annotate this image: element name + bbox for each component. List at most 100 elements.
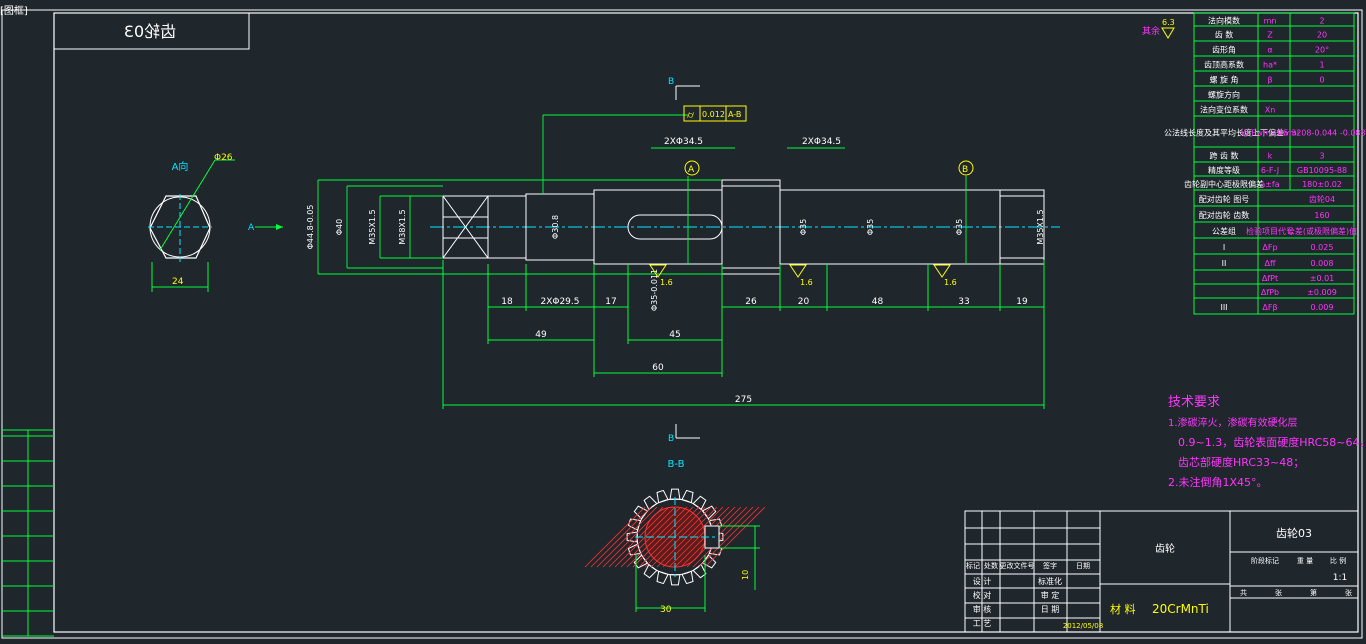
title-header: 处数 xyxy=(984,561,998,570)
datum-b: B xyxy=(962,165,968,175)
param-value: 0 xyxy=(1319,76,1324,85)
title-date: 2012/05/08 xyxy=(1063,622,1103,630)
section-dim-30: 30 xyxy=(660,605,672,615)
param-name: 螺旋方向 xyxy=(1208,90,1240,100)
title-role2: 标准化 xyxy=(1038,576,1062,586)
dim-label: 18 xyxy=(501,297,513,307)
vertical-dim: Φ35-0.011 xyxy=(650,269,659,311)
material-value: 20CrMnTi xyxy=(1152,602,1209,616)
vertical-dim: Φ44.8-0.05 xyxy=(306,205,315,250)
title-role2: 日 期 xyxy=(1041,605,1060,614)
tech-requirements: 技术要求 1.渗碳淬火，渗碳有效硬化层 0.9~1.3，齿轮表面硬度HRC58~… xyxy=(1168,395,1366,489)
hex-dia-dim: Φ26 xyxy=(214,153,233,163)
dim-label: 20 xyxy=(798,297,810,307)
param-name: 精度等级 xyxy=(1208,165,1240,175)
param-name: 法向模数 xyxy=(1208,16,1240,26)
param-symbol: Z xyxy=(1267,31,1273,40)
surface-symbol xyxy=(1161,27,1175,39)
sheet-label: 张 xyxy=(1345,588,1352,597)
param-symbol: β xyxy=(1267,76,1272,85)
dim-label: 19 xyxy=(1016,297,1028,307)
param-symbol: ha* xyxy=(1263,61,1277,70)
scale-value: 1:1 xyxy=(1333,573,1347,583)
title-role: 工 艺 xyxy=(973,619,992,628)
vertical-dim: Φ35 xyxy=(955,219,964,235)
param-name: 跨 齿 数 xyxy=(1209,151,1238,161)
view-a-label: A向 xyxy=(172,160,189,173)
hex-view: A向 Φ26 24 A xyxy=(148,153,283,292)
param-name: 齿形角 xyxy=(1212,45,1236,55)
section-bb: B-B 30 10 xyxy=(584,459,766,615)
dim-label: 48 xyxy=(872,297,884,307)
param-name: 配对齿轮 齿数 xyxy=(1199,210,1250,220)
dim-label: 26 xyxy=(745,297,757,307)
roughness-value: 1.6 xyxy=(800,278,813,287)
tech-line-2: 0.9~1.3，齿轮表面硬度HRC58~64， xyxy=(1178,435,1366,449)
param-name: 公差组 xyxy=(1212,226,1236,236)
sheet-label: 第 xyxy=(1310,588,1317,597)
material-label: 材 料 xyxy=(1110,602,1136,616)
sheet-label: 共 xyxy=(1240,588,1247,597)
param-symbol: k xyxy=(1268,152,1273,161)
cad-drawing[interactable]: 齿轮03 A向 Φ26 24 A B B ⌭ 0.012 A-B A B 2XΦ… xyxy=(0,0,1366,644)
title-header: 标记 xyxy=(966,561,980,570)
dim-label: 33 xyxy=(958,297,969,307)
vertical-dim: M38X1.5 xyxy=(398,209,407,244)
param-name: 齿轮副中心距极限偏差 xyxy=(1184,179,1264,189)
param-symbol: ΔFp xyxy=(1262,243,1277,252)
shaft-view xyxy=(430,179,1060,275)
param-value: 3 xyxy=(1319,152,1324,161)
param-value: 0.009 xyxy=(1311,303,1334,312)
vertical-dim: Φ35 xyxy=(799,219,808,235)
section-title: B-B xyxy=(668,459,685,470)
datum-a: A xyxy=(688,165,695,175)
roughness-mark xyxy=(933,264,951,278)
title-role: 校 对 xyxy=(973,590,992,600)
tolerance-datums: A-B xyxy=(728,110,741,119)
param-value: 0.008 xyxy=(1311,259,1334,268)
param-value: 160 xyxy=(1314,211,1329,220)
dim-top-2: 2XΦ34.5 xyxy=(802,137,841,147)
param-name: 齿 数 xyxy=(1215,30,1234,40)
title-block: 标记 处数 更改文件号 签字 日期设 计校 对审 核工 艺 标准化审 定日 期2012/0… xyxy=(964,510,1359,633)
param-value: ±0.009 xyxy=(1307,288,1337,297)
gear-parameter-table: 法向模数 mn 2 齿 数 Z 20 齿形角 α 20° 齿顶高系数 ha* 1 螺 旋 角 β 0 螺旋方向… xyxy=(1164,12,1366,315)
title-role: 审 核 xyxy=(973,604,992,614)
param-symbol: ΔFβ xyxy=(1262,303,1277,312)
dim-label: 49 xyxy=(535,330,547,340)
vertical-dim: Φ40 xyxy=(335,219,344,235)
param-value: 公差(或极限偏差)值 xyxy=(1287,226,1357,236)
surface-note: 其余 xyxy=(1142,25,1160,37)
param-name: I xyxy=(1223,243,1225,252)
param-value: 0.025 xyxy=(1311,243,1334,252)
dim-label: 60 xyxy=(652,363,664,373)
tech-line-4: 2.未注倒角1X45°。 xyxy=(1168,475,1268,489)
title-role2: 审 定 xyxy=(1041,590,1060,600)
vertical-dim: M35X1.5 xyxy=(1036,209,1045,244)
roughness-value: 1.6 xyxy=(660,278,673,287)
param-name: 配对齿轮 图号 xyxy=(1199,194,1250,204)
dim-label: 17 xyxy=(605,297,616,307)
weight-label: 重 量 xyxy=(1297,557,1313,565)
scale-label: 比 例 xyxy=(1330,556,1346,565)
title-header: 日期 xyxy=(1076,562,1090,570)
left-strip xyxy=(2,429,54,637)
param-name: 法向变位系数 xyxy=(1200,105,1248,115)
cut-label-top: B xyxy=(668,77,674,87)
shaft-dims xyxy=(317,114,967,275)
param-value: 齿轮04 xyxy=(1309,194,1335,204)
dim-label: 275 xyxy=(735,395,752,405)
tolerance-value: 0.012 xyxy=(702,110,725,119)
param-value: 15.3208-0.044 -0.088 xyxy=(1278,129,1365,138)
drawing-number: 齿轮03 xyxy=(1276,526,1312,540)
param-symbol: Xn xyxy=(1265,106,1276,115)
roughness-mark xyxy=(789,264,807,278)
param-value: 1 xyxy=(1319,61,1324,70)
vertical-dim: M35X1.5 xyxy=(368,209,377,244)
param-symbol: ΔfPb xyxy=(1261,288,1279,297)
dim-label: 45 xyxy=(669,330,680,340)
mirror-title-text: 齿轮03 xyxy=(124,22,176,41)
param-value: 2 xyxy=(1319,17,1324,26)
param-symbol: mn xyxy=(1264,17,1277,26)
tech-title: 技术要求 xyxy=(1168,395,1220,410)
